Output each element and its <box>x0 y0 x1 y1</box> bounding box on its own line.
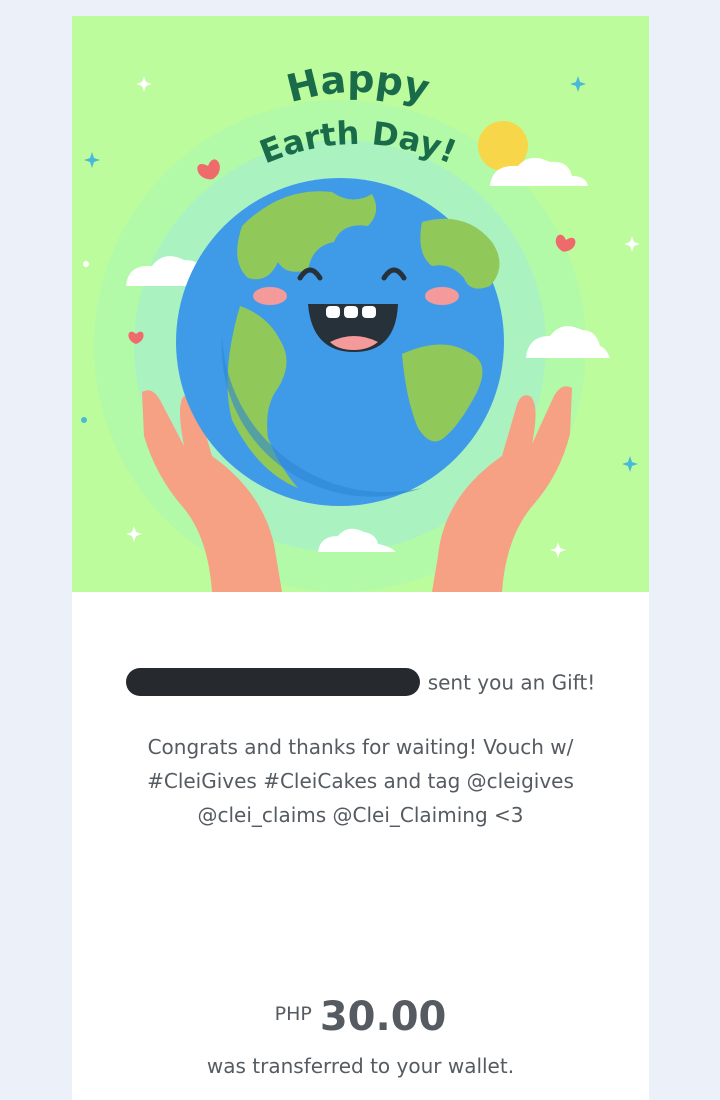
sender-suffix: sent you an Gift! <box>427 670 596 695</box>
amount-line: PHP 30.00 <box>72 994 649 1040</box>
currency-label: PHP <box>274 1003 312 1025</box>
sender-line: sent you an Gift! <box>72 668 649 698</box>
earth-globe-icon <box>176 178 504 506</box>
earth-day-banner: Happy Earth Day! <box>72 16 649 592</box>
redacted-sender-name <box>125 668 420 696</box>
transfer-note: was transferred to your wallet. <box>206 1054 515 1078</box>
gift-amount: 30.00 <box>319 994 447 1040</box>
earth-day-illustration: Happy Earth Day! <box>81 57 640 592</box>
gift-card: Happy Earth Day! sent you an Gift! Congr… <box>72 16 649 1100</box>
gift-message: Congrats and thanks for waiting! Vouch w… <box>147 735 574 827</box>
